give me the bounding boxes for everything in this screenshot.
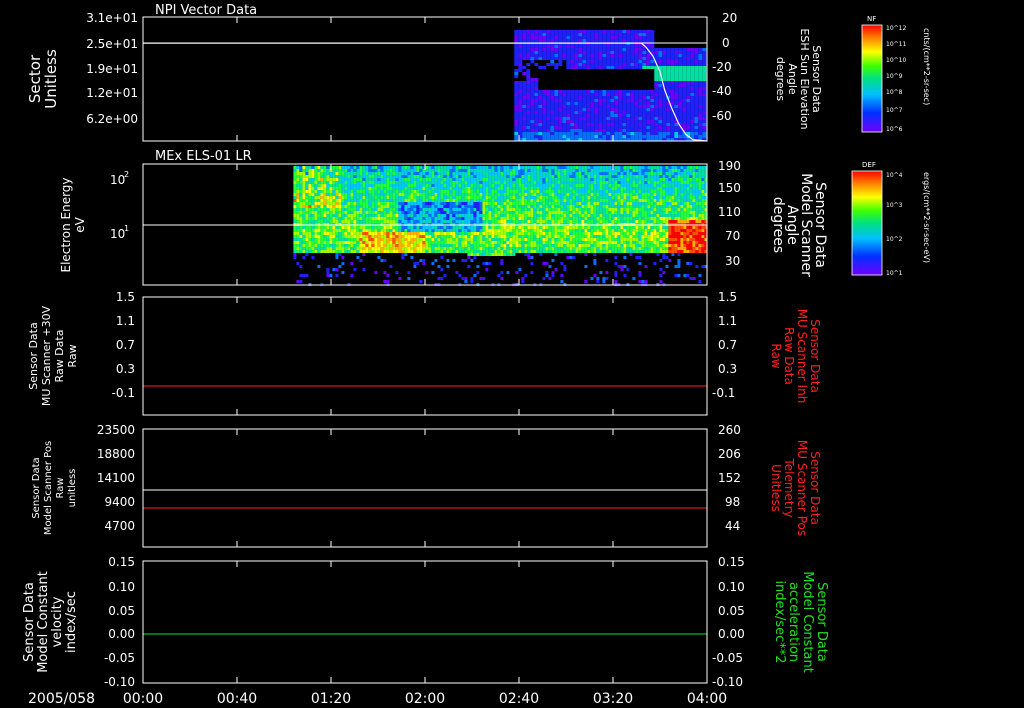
model-constant-ytick: 0.00 <box>108 627 135 641</box>
colorbar-nf-label: NF <box>867 15 876 23</box>
time-label: 03:20 <box>593 691 633 707</box>
els-y2tick: 150 <box>718 181 741 195</box>
scanner-pos-ytick: 18800 <box>97 447 135 461</box>
mu-inh-y2tick: 1.5 <box>718 290 737 304</box>
colorbar-nf-tick: 10^7 <box>886 107 903 114</box>
mu-inh-ytick: -0.1 <box>112 386 135 400</box>
els-title: MEx ELS-01 LR <box>155 149 252 164</box>
model-constant-y2tick: 0.15 <box>718 555 745 569</box>
mu-inh-y2tick: 0.3 <box>718 362 737 376</box>
colorbar-nf-tick: 10^12 <box>886 25 906 32</box>
scanner-pos-y2tick: 98 <box>725 495 740 509</box>
colorbar-def-unit: ergs/(cm**2-sr-sec-eV) <box>922 172 931 263</box>
time-label: 01:20 <box>311 691 351 707</box>
scanner-pos-y2tick: 152 <box>718 471 741 485</box>
model-constant-y2label: Sensor Data Model Constant acceleration … <box>772 571 829 673</box>
model-constant-ytick: -0.10 <box>104 675 135 689</box>
npi-y2tick: 20 <box>722 11 737 25</box>
model-constant-y2tick: -0.10 <box>712 675 743 689</box>
npi-y2tick: 0 <box>722 36 730 50</box>
mu-inh-ytick: 1.1 <box>116 314 135 328</box>
colorbar-nf-tick: 10^10 <box>886 57 906 64</box>
npi-ylabel: Sector Unitless <box>26 49 60 109</box>
colorbar-nf-unit: cnts/(cm**2-sr-sec) <box>922 28 931 105</box>
colorbar-def-tick: 10^1 <box>886 270 903 277</box>
colorbar-def-scale <box>851 170 883 276</box>
els-y2tick: 30 <box>725 254 740 268</box>
model-constant-ytick: 0.05 <box>108 604 135 618</box>
els-y2tick: 70 <box>725 229 740 243</box>
scanner-pos-ytick: 23500 <box>97 423 135 437</box>
npi-ytick: 3.1e+01 <box>86 11 138 25</box>
scanner-pos-y2tick: 206 <box>718 447 741 461</box>
svg-text:Unitless: Unitless <box>42 49 60 109</box>
spectrogram-stack: NPI Vector Data 3.1e+01 2.5e+01 1.9e+01 … <box>0 0 1024 708</box>
scanner-pos-ytick: 14100 <box>97 471 135 485</box>
colorbar-nf-tick: 10^11 <box>886 41 906 48</box>
time-label: 02:40 <box>499 691 539 707</box>
npi-y2tick: -20 <box>712 60 732 74</box>
scanner-pos-ytick: 4700 <box>104 519 135 533</box>
colorbar-nf-tick: 10^9 <box>886 73 903 80</box>
model-constant-ytick: 0.10 <box>108 580 135 594</box>
mu-inh-ytick: 0.7 <box>116 338 135 352</box>
els-y2tick: 190 <box>718 159 741 173</box>
model-constant-ytick: -0.05 <box>104 651 135 665</box>
npi-title: NPI Vector Data <box>155 3 257 18</box>
time-label: 02:00 <box>405 691 445 707</box>
scanner-pos-ytick: 9400 <box>104 495 135 509</box>
date-label: 2005/058 <box>28 691 95 707</box>
scanner-pos-y2tick: 44 <box>725 519 740 533</box>
mu-inh-y2tick: 0.7 <box>718 338 737 352</box>
mu-inh-y2tick: -0.1 <box>712 386 735 400</box>
colorbar-def-tick: 10^2 <box>886 236 903 243</box>
npi-y2tick: -40 <box>712 84 732 98</box>
els-y2tick: 110 <box>718 205 741 219</box>
scanner-pos-y2tick: 260 <box>718 423 741 437</box>
mu-inh-ytick: 0.3 <box>116 362 135 376</box>
colorbar-def-label: DEF <box>862 161 876 169</box>
npi-ytick: 6.2e+00 <box>86 112 138 126</box>
colorbar-nf-tick: 10^6 <box>886 126 903 133</box>
model-constant-y2tick: 0.00 <box>718 627 745 641</box>
time-label: 04:00 <box>687 691 727 707</box>
model-constant-ytick: 0.15 <box>108 555 135 569</box>
npi-y2tick: -60 <box>712 109 732 123</box>
colorbar-nf-tick: 10^8 <box>886 89 903 96</box>
colorbar-nf-scale <box>861 24 883 133</box>
model-constant-y2tick: 0.10 <box>718 580 745 594</box>
mu-inh-ytick: 1.5 <box>116 290 135 304</box>
time-label: 00:40 <box>217 691 257 707</box>
model-constant-y2tick: -0.05 <box>712 651 743 665</box>
colorbar-def-tick: 10^4 <box>886 172 903 179</box>
colorbar-def-tick: 10^3 <box>886 202 903 209</box>
npi-ytick: 1.2e+01 <box>86 86 138 100</box>
svg-text:degrees: degrees <box>774 57 787 102</box>
model-constant-y2tick: 0.05 <box>718 604 745 618</box>
time-label: 00:00 <box>123 691 163 707</box>
npi-ytick: 2.5e+01 <box>86 37 138 51</box>
npi-ytick: 1.9e+01 <box>86 62 138 76</box>
mu-inh-y2tick: 1.1 <box>718 314 737 328</box>
